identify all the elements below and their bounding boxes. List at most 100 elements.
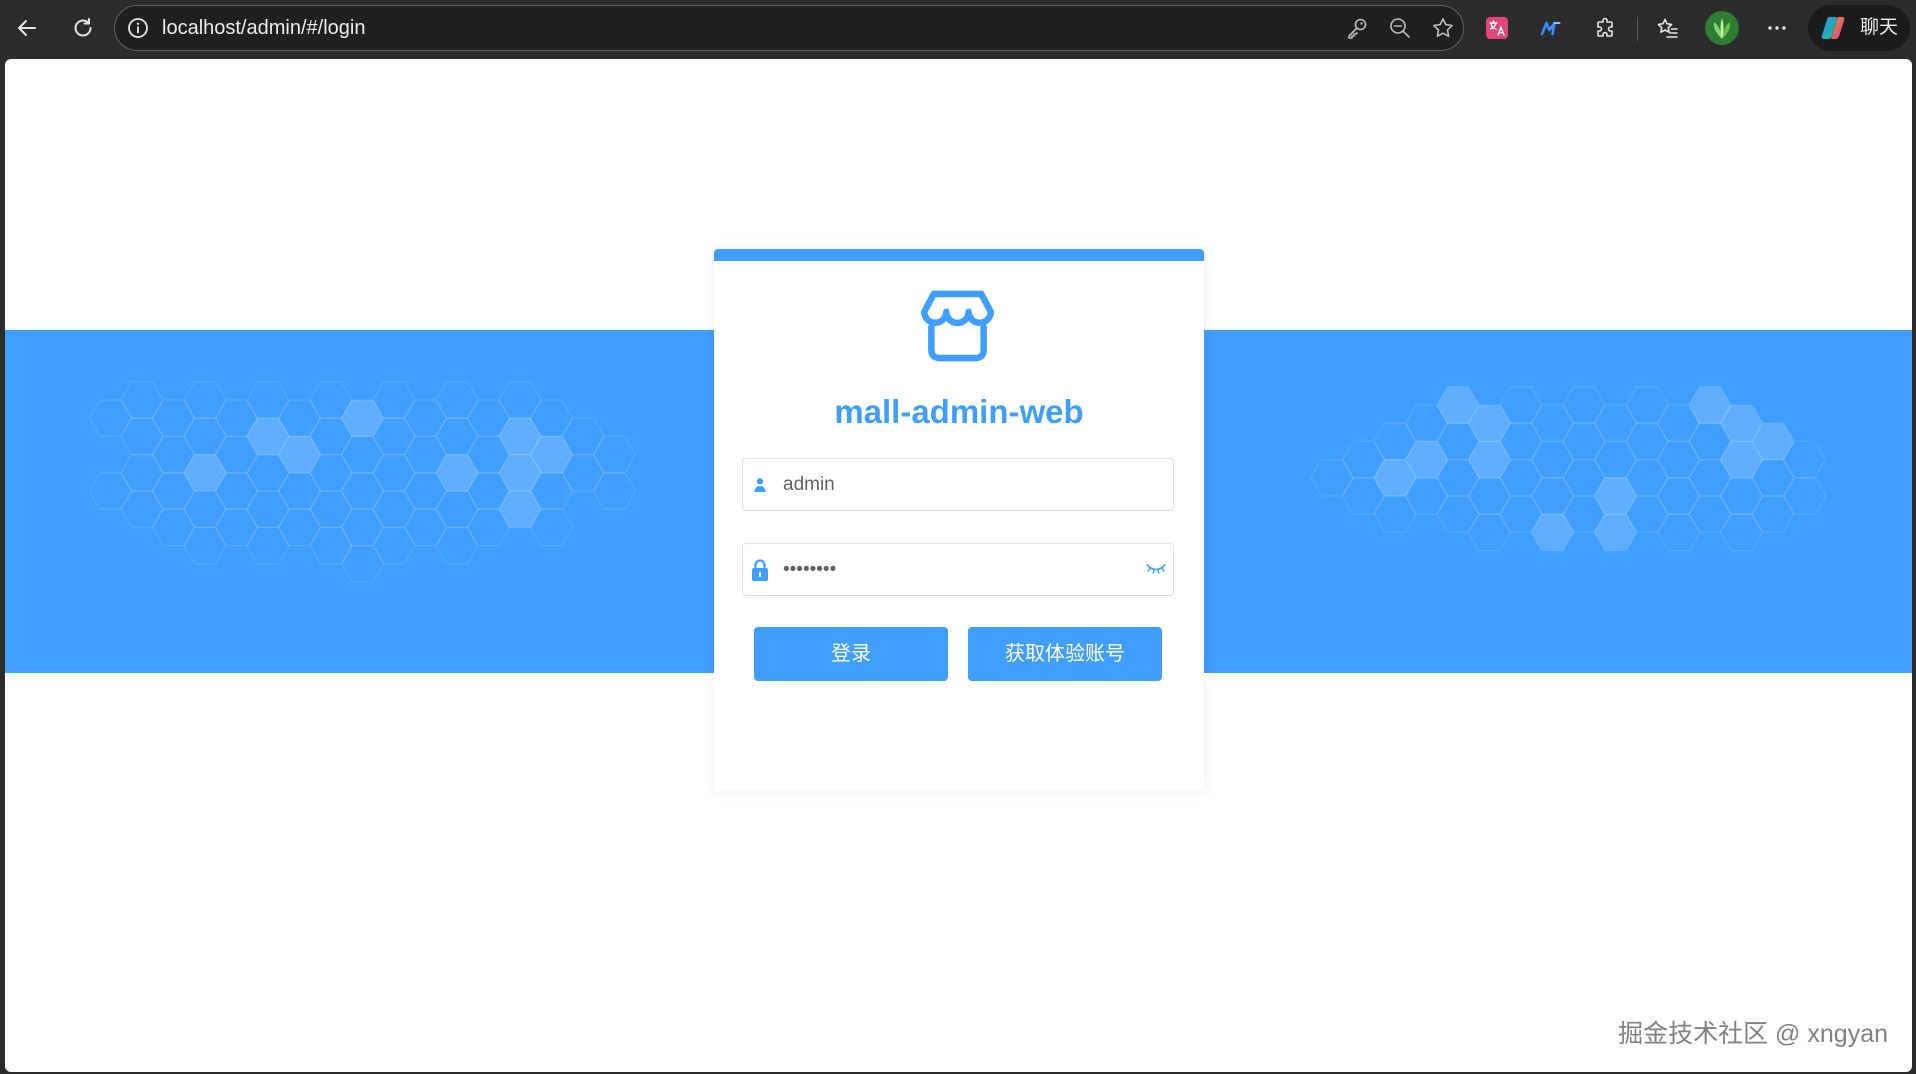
hexagon	[1782, 477, 1827, 515]
card-accent-bar	[714, 249, 1204, 261]
translate-extension-icon	[1486, 17, 1508, 39]
zoom-button[interactable]	[1388, 16, 1412, 40]
hexagon-filled	[1593, 477, 1638, 515]
hexagon	[1436, 495, 1480, 534]
hexagon	[403, 508, 448, 547]
hexagon	[309, 490, 353, 529]
hexagon	[1467, 513, 1512, 552]
refresh-icon	[74, 18, 92, 37]
hexagon	[120, 417, 164, 456]
hexagon	[183, 381, 227, 419]
key-icon	[1348, 18, 1367, 39]
refresh-button[interactable]	[69, 14, 97, 42]
get-trial-account-button[interactable]: 获取体验账号	[968, 627, 1162, 681]
hexagon	[246, 381, 290, 419]
hexagon	[1688, 495, 1732, 534]
hexagon	[340, 544, 385, 583]
hexagon	[1373, 495, 1417, 534]
hexagon	[1719, 513, 1764, 552]
hexagon	[1656, 477, 1701, 515]
translate-extension-button[interactable]	[1483, 14, 1511, 42]
favorites-button[interactable]	[1654, 14, 1682, 42]
hexagon	[403, 399, 448, 438]
more-options-button[interactable]	[1763, 14, 1791, 42]
zoom-out-icon	[1390, 18, 1410, 38]
back-button[interactable]	[13, 14, 41, 42]
hexagon	[120, 490, 164, 529]
hexagon	[1530, 440, 1575, 479]
m-extension-button[interactable]	[1537, 14, 1565, 42]
hexagon	[1719, 477, 1764, 515]
favorites-list-icon	[1657, 18, 1678, 38]
password-input[interactable]	[783, 544, 1133, 595]
hexagon	[277, 508, 322, 547]
hexagon	[120, 453, 164, 492]
copilot-chat-button[interactable]: 聊天	[1808, 5, 1910, 51]
hexagon-filled	[1593, 513, 1638, 552]
copilot-label: 聊天	[1860, 17, 1899, 38]
hexagon	[1593, 440, 1638, 479]
address-bar[interactable]: localhost/admin/#/login	[114, 5, 1464, 51]
eye-closed-icon[interactable]	[1145, 559, 1167, 579]
hexagon	[592, 472, 637, 510]
url-text[interactable]: localhost/admin/#/login	[162, 6, 365, 50]
hexagon	[246, 490, 290, 529]
hexagon	[1530, 477, 1575, 515]
hexagon	[183, 526, 227, 565]
hexagon	[340, 435, 385, 474]
watermark-text: 掘金技术社区 @ xngyan	[1618, 1020, 1888, 1048]
hexagon	[1310, 458, 1354, 497]
more-ellipsis-icon	[1768, 26, 1786, 30]
login-card: mall-admin-web admin 登录 获取体验账号	[714, 249, 1204, 791]
profile-avatar-button[interactable]	[1705, 11, 1739, 45]
hexagon	[1656, 513, 1701, 552]
profile-avatar-icon	[1705, 11, 1739, 45]
hexagon-filled	[1467, 440, 1512, 479]
username-input[interactable]	[783, 459, 1133, 510]
hexagon	[120, 381, 164, 419]
hexagon	[372, 490, 416, 529]
hexagon	[88, 472, 133, 510]
hexagon	[151, 399, 196, 438]
toolbar-separator	[1637, 17, 1638, 41]
hexagon	[435, 417, 479, 456]
hexagon	[435, 490, 479, 529]
hexagon	[183, 417, 227, 456]
lock-icon	[750, 557, 770, 582]
hexagon	[309, 526, 353, 565]
hexagon	[372, 526, 416, 565]
password-field[interactable]	[742, 543, 1174, 596]
user-icon	[750, 472, 770, 497]
m-extension-icon	[1540, 21, 1561, 36]
password-manager-button[interactable]	[1345, 16, 1369, 40]
hexagon	[1562, 386, 1606, 424]
hexagon	[498, 381, 542, 419]
browser-toolbar: localhost/admin/#/login 聊天	[0, 0, 1916, 59]
login-button[interactable]: 登录	[754, 627, 948, 681]
hexagon	[435, 381, 479, 419]
add-favorite-button[interactable]	[1431, 16, 1455, 40]
hexagon	[246, 526, 290, 565]
hexagon	[277, 472, 322, 510]
hexagon	[1656, 440, 1701, 479]
hexagon	[435, 526, 479, 565]
favorite-star-icon	[1433, 18, 1453, 37]
hexagon	[88, 399, 133, 438]
hexagon-filled	[1530, 513, 1575, 552]
hexagon	[1593, 404, 1638, 443]
hexagon	[340, 472, 385, 510]
back-arrow-icon	[18, 20, 36, 36]
extensions-button[interactable]	[1592, 14, 1620, 42]
hexagon	[151, 508, 196, 547]
hexagon	[372, 453, 416, 492]
hexagon-filled	[498, 490, 542, 529]
username-field[interactable]	[742, 458, 1174, 511]
hexagon	[1562, 422, 1606, 461]
hexagon	[340, 508, 385, 547]
hexagon-filled	[183, 453, 227, 492]
extensions-puzzle-icon	[1597, 17, 1613, 37]
page-viewport: mall-admin-web admin 登录 获取体验账号	[5, 59, 1912, 1072]
copilot-icon	[1821, 17, 1845, 39]
hexagon-filled	[340, 399, 385, 438]
site-info-button[interactable]	[127, 17, 149, 39]
